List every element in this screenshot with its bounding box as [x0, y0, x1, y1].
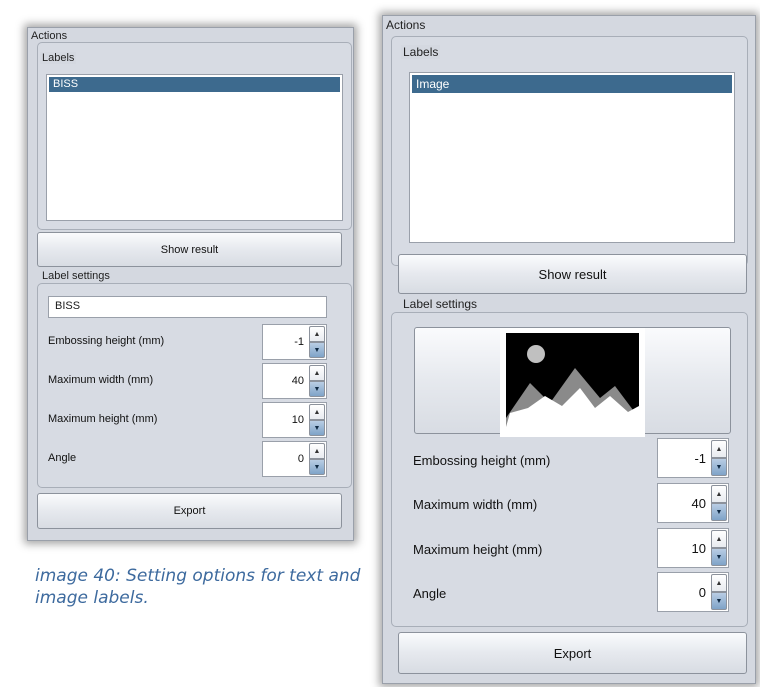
actions-panel-text: Actions Labels BISS Show result Label se…	[27, 27, 354, 541]
labels-group-label: Labels	[40, 52, 77, 64]
spin-up-icon[interactable]: ▲	[309, 404, 325, 420]
panel-title: Actions	[31, 30, 68, 42]
spin-up-icon[interactable]: ▲	[309, 365, 325, 381]
angle-stepper[interactable]: 0 ▲ ▼	[262, 441, 327, 477]
show-result-button[interactable]: Show result	[398, 254, 747, 294]
labels-group-label: Labels	[401, 45, 441, 59]
spin-down-icon[interactable]: ▼	[309, 420, 325, 436]
angle-label: Angle	[413, 586, 447, 601]
embossing-height-label: Embossing height (mm)	[413, 453, 551, 468]
spin-up-icon[interactable]: ▲	[711, 574, 727, 592]
maximum-width-label: Maximum width (mm)	[48, 374, 154, 386]
maximum-height-label: Maximum height (mm)	[413, 542, 543, 557]
angle-value: 0	[297, 453, 304, 465]
spin-up-icon[interactable]: ▲	[309, 443, 325, 459]
labels-list[interactable]: BISS	[46, 74, 343, 221]
maximum-width-label: Maximum width (mm)	[413, 497, 538, 512]
export-button[interactable]: Export	[398, 632, 747, 674]
maximum-height-stepper[interactable]: 10 ▲ ▼	[657, 528, 729, 568]
maximum-height-label: Maximum height (mm)	[48, 413, 158, 425]
embossing-height-label: Embossing height (mm)	[48, 335, 165, 347]
spin-down-icon[interactable]: ▼	[711, 503, 727, 521]
export-button[interactable]: Export	[37, 493, 342, 529]
spin-up-icon[interactable]: ▲	[711, 440, 727, 458]
spin-up-icon[interactable]: ▲	[711, 530, 727, 548]
maximum-width-stepper[interactable]: 40 ▲ ▼	[657, 483, 729, 523]
label-settings-group-label: Label settings	[40, 270, 112, 282]
angle-stepper[interactable]: 0 ▲ ▼	[657, 572, 729, 612]
labels-list[interactable]: Image	[409, 72, 735, 243]
figure-caption: image 40: Setting options for text and i…	[35, 566, 361, 608]
image-placeholder-icon	[500, 328, 645, 437]
spin-down-icon[interactable]: ▼	[309, 381, 325, 397]
maximum-width-stepper[interactable]: 40 ▲ ▼	[262, 363, 327, 399]
embossing-height-value: -1	[294, 336, 304, 348]
label-text-input[interactable]: BISS	[48, 296, 327, 318]
spin-down-icon[interactable]: ▼	[711, 548, 727, 566]
maximum-width-value: 40	[291, 375, 304, 387]
angle-value: 0	[698, 584, 706, 600]
spin-up-icon[interactable]: ▲	[309, 326, 325, 342]
angle-label: Angle	[48, 452, 77, 464]
embossing-height-value: -1	[694, 450, 706, 466]
show-result-button[interactable]: Show result	[37, 232, 342, 267]
label-settings-group-label: Label settings	[401, 297, 480, 311]
spin-up-icon[interactable]: ▲	[711, 485, 727, 503]
spin-down-icon[interactable]: ▼	[309, 342, 325, 358]
embossing-height-stepper[interactable]: -1 ▲ ▼	[657, 438, 729, 478]
list-item[interactable]: BISS	[49, 77, 340, 92]
maximum-height-stepper[interactable]: 10 ▲ ▼	[262, 402, 327, 438]
spin-down-icon[interactable]: ▼	[711, 592, 727, 610]
list-item[interactable]: Image	[412, 75, 732, 93]
embossing-height-stepper[interactable]: -1 ▲ ▼	[262, 324, 327, 360]
actions-panel-image: Actions Labels Image Show result Label s…	[382, 15, 756, 684]
spin-down-icon[interactable]: ▼	[309, 459, 325, 475]
maximum-height-value: 10	[691, 540, 706, 556]
maximum-width-value: 40	[691, 495, 706, 511]
spin-down-icon[interactable]: ▼	[711, 458, 727, 476]
panel-title: Actions	[386, 18, 426, 32]
image-select-button[interactable]	[414, 327, 731, 437]
maximum-height-value: 10	[291, 414, 304, 426]
